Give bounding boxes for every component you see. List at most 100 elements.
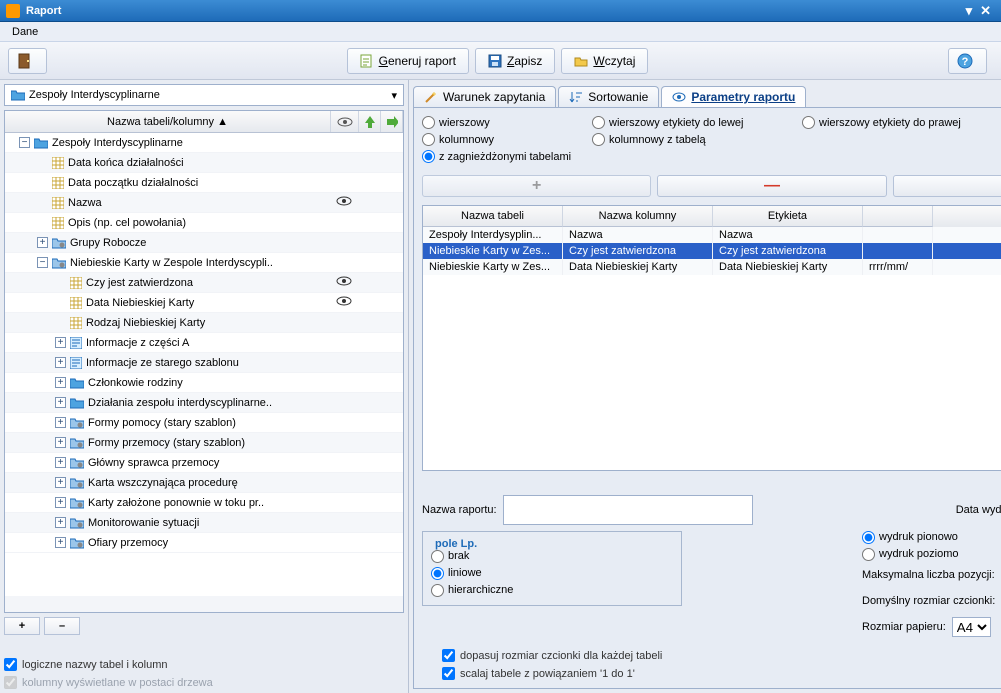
- save-button[interactable]: ZapiszZapisz: [475, 48, 555, 74]
- toggle-icon[interactable]: +: [55, 517, 66, 528]
- check-columns-tree-box: [4, 676, 17, 689]
- tree-row[interactable]: Rodzaj Niebieskiej Karty: [5, 313, 403, 333]
- check-fit-font-box[interactable]: [442, 649, 455, 662]
- load-button[interactable]: WczytajWczytaj: [561, 48, 648, 74]
- open-icon: [574, 54, 588, 68]
- tree-row[interactable]: −Niebieskie Karty w Zespole Interdyscypl…: [5, 253, 403, 273]
- grid-h1[interactable]: Nazwa tabeli: [423, 206, 563, 227]
- tree-row[interactable]: +Główny sprawca przemocy: [5, 453, 403, 473]
- tab-params[interactable]: Parametry raportu: [661, 86, 806, 107]
- lp-radio-brak[interactable]: brak: [431, 550, 673, 563]
- tree-row[interactable]: +Informacje z części A: [5, 333, 403, 353]
- help-icon: ?: [957, 53, 973, 69]
- tree-row[interactable]: +Działania zespołu interdyscyplinarne..: [5, 393, 403, 413]
- grid-row[interactable]: Niebieskie Karty w Zes...Czy jest zatwie…: [423, 243, 1001, 259]
- lp-radio-hier[interactable]: hierarchiczne: [431, 584, 673, 597]
- report-name-input[interactable]: [503, 495, 753, 525]
- radio-nested-tables[interactable]: z zagnieżdżonymi tabelami: [422, 150, 571, 163]
- check-fit-font[interactable]: dopasuj rozmiar czcionki dla każdej tabe…: [442, 649, 1001, 662]
- grid-h4[interactable]: [863, 206, 933, 227]
- menu-dane[interactable]: Dane: [6, 26, 44, 38]
- toggle-icon[interactable]: +: [55, 417, 66, 428]
- toggle-icon[interactable]: +: [55, 437, 66, 448]
- add-column-button[interactable]: +: [422, 175, 651, 197]
- toggle-icon[interactable]: +: [37, 237, 48, 248]
- tree-header-label[interactable]: Nazwa tabeli/kolumny: [107, 116, 214, 128]
- remove-all-button[interactable]: ═: [893, 175, 1001, 197]
- toggle-icon[interactable]: +: [55, 497, 66, 508]
- tree-row[interactable]: Data końca działalności: [5, 153, 403, 173]
- check-logical-names[interactable]: logiczne nazwy tabel i kolumn: [4, 658, 404, 671]
- tree-row[interactable]: +Karty założone ponownie w toku pr..: [5, 493, 403, 513]
- radio-row-wise[interactable]: wierszowy: [422, 116, 592, 129]
- tree-row[interactable]: +Karta wszczynająca procedurę: [5, 473, 403, 493]
- tab-condition[interactable]: Warunek zapytania: [413, 86, 556, 107]
- toggle-icon[interactable]: +: [55, 477, 66, 488]
- eye-cell[interactable]: [329, 276, 359, 289]
- close-button[interactable]: ✕: [976, 3, 995, 19]
- grid-hscroll[interactable]: [422, 471, 1001, 487]
- folder-gear-icon: [70, 517, 84, 529]
- sort-up-header[interactable]: [359, 111, 381, 132]
- expand-button[interactable]: +: [4, 617, 40, 635]
- print-horizontal[interactable]: wydruk poziomo: [862, 548, 1001, 561]
- tree-row[interactable]: Data początku działalności: [5, 173, 403, 193]
- tree-item-label: Rodzaj Niebieskiej Karty: [86, 317, 205, 329]
- eye-column-header[interactable]: [331, 111, 359, 132]
- check-logical-names-box[interactable]: [4, 658, 17, 671]
- minimize-button[interactable]: ▾: [962, 3, 977, 19]
- tree-row[interactable]: +Formy przemocy (stary szablon): [5, 433, 403, 453]
- check-merge-1to1[interactable]: scalaj tabele z powiązaniem '1 do 1': [442, 667, 1001, 680]
- radio-row-labels-right[interactable]: wierszowy etykiety do prawej: [802, 116, 961, 129]
- tab-sort[interactable]: Sortowanie: [558, 86, 659, 107]
- minus-icon: —: [764, 177, 780, 195]
- toggle-icon[interactable]: +: [55, 537, 66, 548]
- toggle-icon[interactable]: +: [55, 397, 66, 408]
- eye-cell[interactable]: [329, 296, 359, 309]
- paper-size-select[interactable]: A4: [952, 617, 991, 637]
- tree-row[interactable]: +Grupy Robocze: [5, 233, 403, 253]
- eye-cell[interactable]: [329, 196, 359, 209]
- tree-row[interactable]: Nazwa: [5, 193, 403, 213]
- tree-row[interactable]: − Zespoły Interdyscyplinarne: [5, 133, 403, 153]
- grid-icon: [52, 197, 64, 209]
- svg-text:?: ?: [962, 56, 969, 68]
- radio-column-with-table[interactable]: kolumnowy z tabelą: [592, 133, 706, 146]
- sort-down-header[interactable]: [381, 111, 403, 132]
- remove-column-button[interactable]: —: [657, 175, 886, 197]
- tree-row[interactable]: + Informacje ze starego szablonu: [5, 353, 403, 373]
- toggle-icon[interactable]: +: [55, 337, 66, 348]
- toggle-icon[interactable]: +: [55, 457, 66, 468]
- radio-row-labels-left[interactable]: wierszowy etykiety do lewej: [592, 116, 802, 129]
- tree[interactable]: − Zespoły Interdyscyplinarne Data końca dz…: [5, 133, 403, 596]
- tree-item-label: Informacje ze starego szablonu: [86, 357, 239, 369]
- check-merge-1to1-box[interactable]: [442, 667, 455, 680]
- lp-radio-liniowe[interactable]: liniowe: [431, 567, 673, 580]
- radio-column-wise[interactable]: kolumnowy: [422, 133, 592, 146]
- print-vertical[interactable]: wydruk pionowo: [862, 531, 1001, 544]
- toggle-icon[interactable]: +: [55, 357, 66, 368]
- grid-row[interactable]: Niebieskie Karty w Zes...Data Niebieskie…: [423, 259, 1001, 275]
- table-combo[interactable]: Zespoły Interdyscyplinarne ▾: [4, 84, 404, 106]
- tree-row[interactable]: Data Niebieskiej Karty: [5, 293, 403, 313]
- help-button[interactable]: ?: [948, 48, 987, 74]
- grid-h2[interactable]: Nazwa kolumny: [563, 206, 713, 227]
- tree-row[interactable]: +Formy pomocy (stary szablon): [5, 413, 403, 433]
- tree-row[interactable]: Opis (np. cel powołania): [5, 213, 403, 233]
- grid-row[interactable]: Zespoły Interdysyplin...NazwaNazwa: [423, 227, 1001, 243]
- collapse-button[interactable]: –: [44, 617, 80, 635]
- toggle-icon[interactable]: +: [55, 377, 66, 388]
- tree-row[interactable]: Czy jest zatwierdzona: [5, 273, 403, 293]
- toggle-icon[interactable]: −: [37, 257, 48, 268]
- grid-h3[interactable]: Etykieta: [713, 206, 863, 227]
- tree-row[interactable]: +Członkowie rodziny: [5, 373, 403, 393]
- grid-icon: [70, 297, 82, 309]
- tree-item-label: Zespoły Interdyscyplinarne: [52, 137, 183, 149]
- exit-button[interactable]: [8, 48, 47, 74]
- toggle-icon[interactable]: −: [19, 137, 30, 148]
- tree-hscroll[interactable]: [5, 596, 403, 612]
- tree-row[interactable]: +Ofiary przemocy: [5, 533, 403, 553]
- generate-button[interactable]: GGeneruj raporteneruj raport: [347, 48, 469, 74]
- font-size-label: Domyślny rozmiar czcionki:: [862, 595, 995, 607]
- tree-row[interactable]: +Monitorowanie sytuacji: [5, 513, 403, 533]
